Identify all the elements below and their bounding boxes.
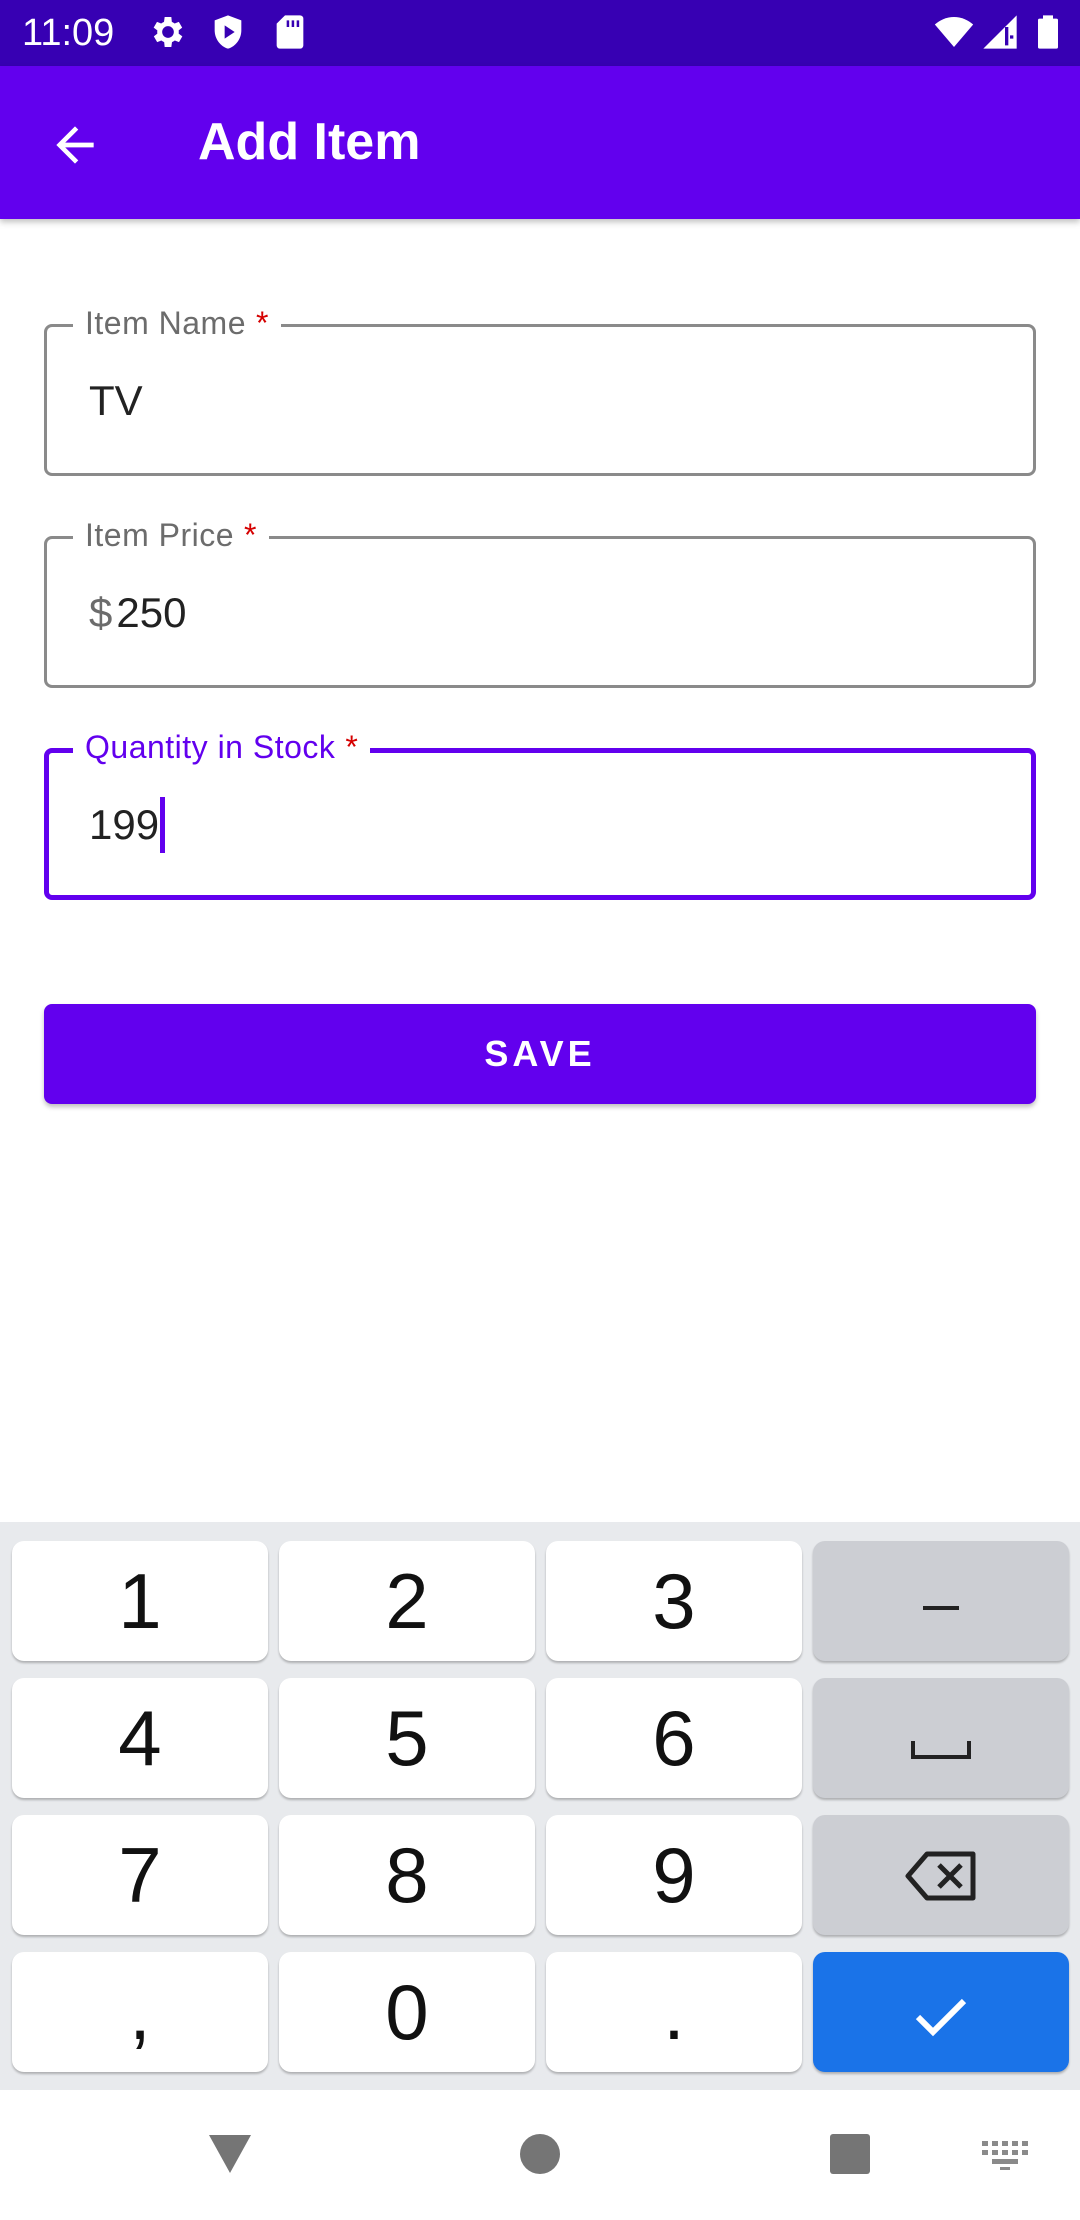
save-button-label: SAVE [484,1033,596,1074]
currency-prefix: $ [89,589,113,636]
key-minus[interactable] [813,1541,1069,1661]
key-1[interactable]: 1 [12,1541,268,1661]
arrow-back-icon [47,117,103,178]
battery-icon [1028,12,1068,52]
sd-card-icon [270,12,310,52]
keyboard-switch-button[interactable] [970,2136,1040,2180]
recents-square-icon [829,2133,871,2180]
nav-recents-button[interactable] [810,2126,890,2186]
key-comma[interactable]: , [12,1952,268,2072]
system-nav-bar [0,2090,1080,2220]
item-price-label: Item Price * [73,513,269,557]
key-4[interactable]: 4 [12,1678,268,1798]
required-mark: * [255,305,269,341]
key-2[interactable]: 2 [279,1541,535,1661]
nav-home-button[interactable] [500,2126,580,2186]
keyboard-switch-icon [982,2140,1028,2176]
key-space[interactable] [813,1678,1069,1798]
save-button[interactable]: SAVE [44,1004,1036,1104]
minus-icon [921,1556,961,1647]
key-8[interactable]: 8 [279,1815,535,1935]
backspace-icon [905,1830,977,1921]
nav-back-button[interactable] [190,2126,270,2186]
item-name-label: Item Name * [73,301,281,345]
space-icon [909,1693,973,1784]
item-name-value: TV [89,377,143,424]
quantity-value: 199 [89,797,166,853]
key-0[interactable]: 0 [279,1952,535,2072]
back-button[interactable] [30,102,120,192]
item-name-field[interactable]: Item Name * TV [44,301,1036,476]
key-backspace[interactable] [813,1815,1069,1935]
home-circle-icon [519,2133,561,2180]
key-6[interactable]: 6 [546,1678,802,1798]
required-mark: * [244,517,257,553]
key-5[interactable]: 5 [279,1678,535,1798]
signal-icon [980,12,1020,52]
quantity-field[interactable]: Quantity in Stock * 199 [44,725,1036,900]
status-bar: 11:09 [0,0,1080,66]
back-triangle-icon [207,2133,253,2180]
key-3[interactable]: 3 [546,1541,802,1661]
key-7[interactable]: 7 [12,1815,268,1935]
required-mark: * [345,729,359,765]
item-price-field[interactable]: Item Price * $250 [44,513,1036,688]
key-period[interactable]: . [546,1952,802,2072]
text-cursor [160,797,166,853]
wifi-icon [934,12,974,52]
key-done[interactable] [813,1952,1069,2072]
status-time: 11:09 [22,12,115,54]
item-price-value: $250 [89,589,187,636]
shield-icon [208,12,248,52]
key-9[interactable]: 9 [546,1815,802,1935]
gear-icon [148,12,188,52]
check-icon [913,1967,969,2058]
quantity-label: Quantity in Stock * [73,725,371,769]
numeric-keyboard: 1 2 3 4 5 6 7 8 9 , 0 . [0,1522,1080,2090]
page-title: Add Item [198,113,421,171]
app-bar: Add Item [0,66,1080,219]
